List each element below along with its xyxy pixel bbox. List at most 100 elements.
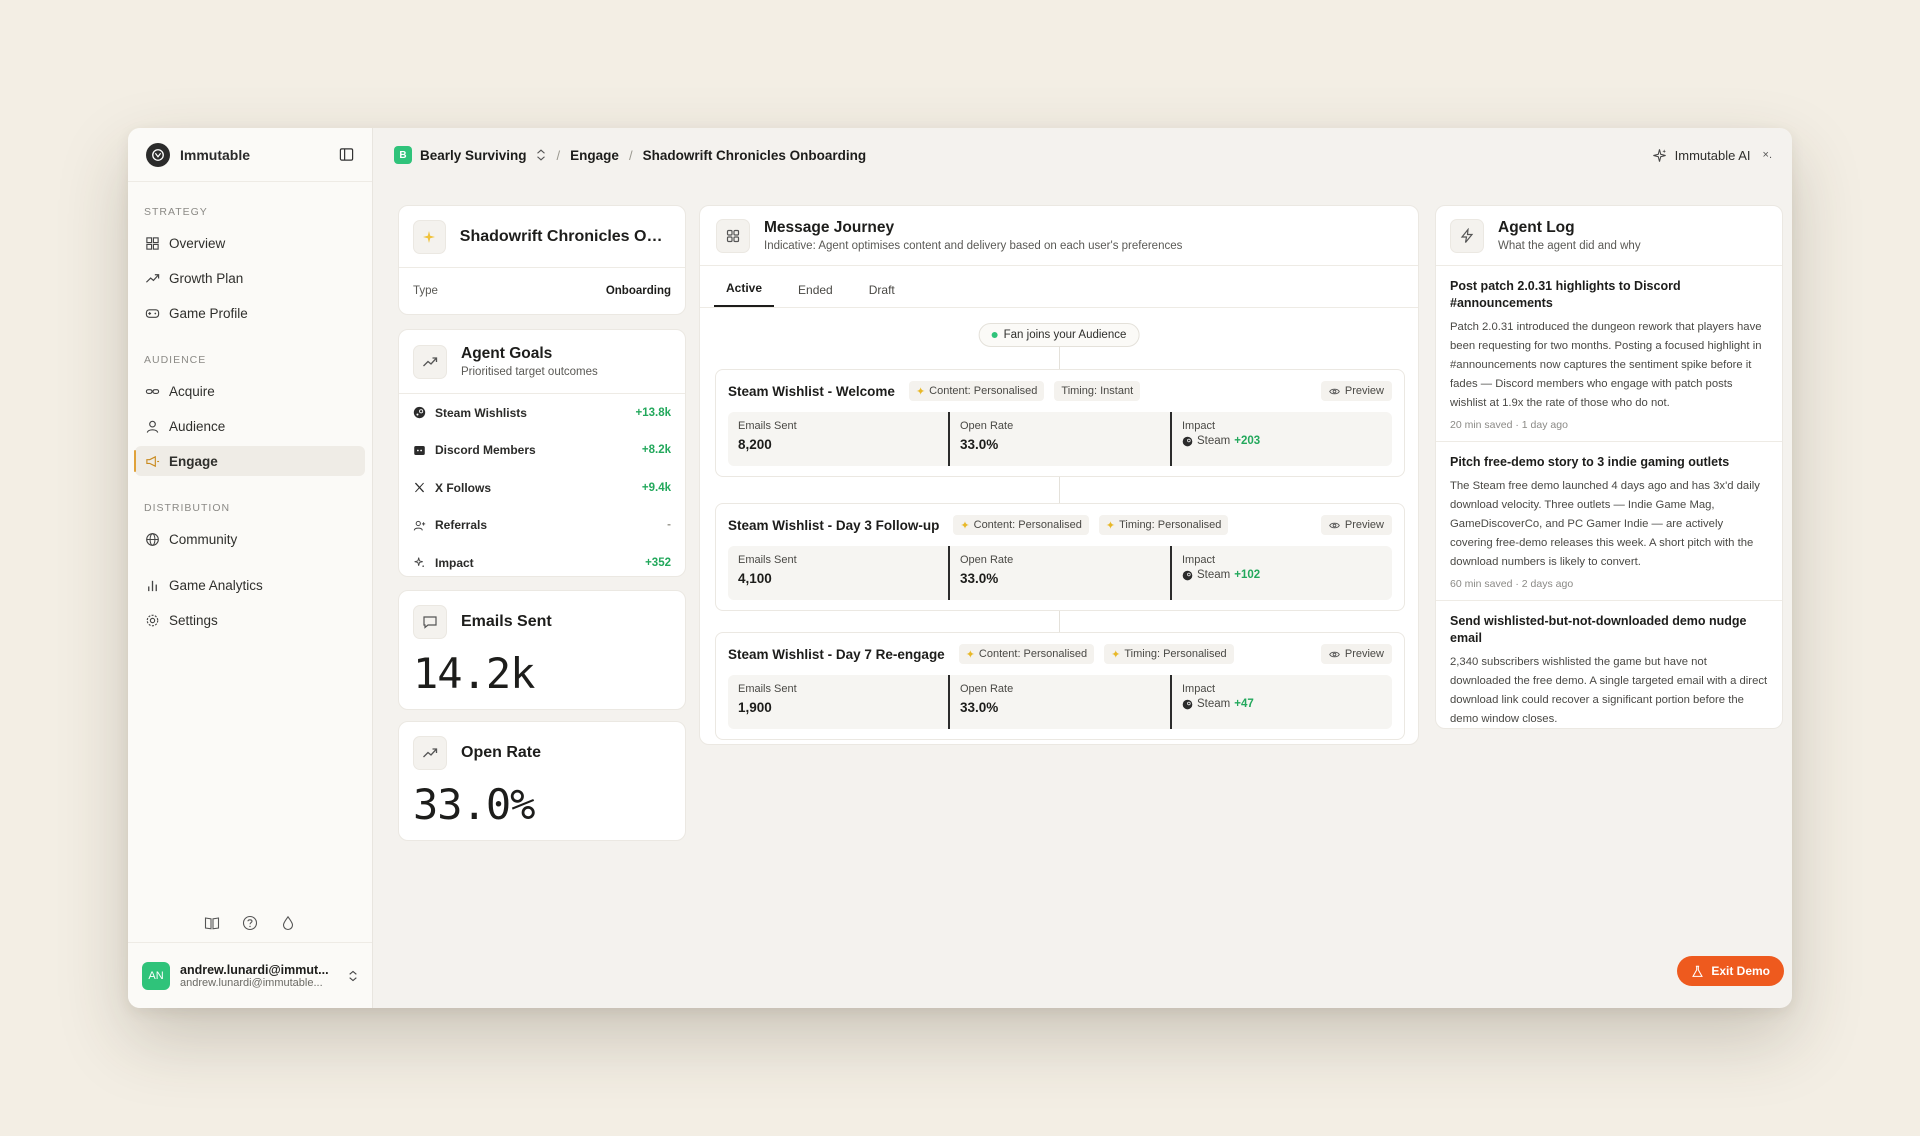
impact-label: Steam [1197,698,1231,710]
sidebar-item-label: Game Analytics [169,577,263,593]
goal-label: Referrals [435,518,488,533]
sidebar-toggle-icon[interactable] [338,147,354,163]
goal-row-x-follows: X Follows +9.4k [399,469,685,507]
user-plus-icon [413,520,426,531]
stat-impact: Impact Steam +102 [1170,546,1392,600]
content-badge-label: Content: Personalised [978,648,1088,660]
goal-value: - [667,519,671,532]
goal-label: X Follows [435,480,492,495]
stat-open-rate: Open Rate 33.0% [948,412,1170,466]
log-entry-body: 2,340 subscribers wishlisted the game bu… [1450,656,1768,725]
agent-log-header: Agent Log What the agent did and why [1436,206,1782,266]
breadcrumb-engage[interactable]: Engage [570,148,619,163]
lightning-icon [1450,218,1484,253]
open-rate-label: Open Rate [461,744,542,761]
stat-impact: Impact Steam +47 [1170,675,1392,729]
emails-sent-label: Emails Sent [461,613,552,630]
tab-ended[interactable]: Ended [786,283,845,307]
trending-up-icon [413,344,447,379]
sidebar-item-audience[interactable]: Audience [135,411,365,441]
exit-demo-label: Exit Demo [1711,964,1770,978]
tab-active[interactable]: Active [714,281,775,307]
stat-label: Impact [1182,683,1216,695]
section-label-audience: AUDIENCE [144,354,207,366]
log-entry-title: Send wishlisted-but-not-downloaded demo … [1450,614,1747,645]
campaign-type-row: Type Onboarding [399,268,685,314]
journey-step: Steam Wishlist - Welcome ✦ Content: Perso… [715,369,1405,477]
sidebar-item-overview[interactable]: Overview [135,228,365,258]
grid-icon [716,218,750,253]
immutable-ai-button[interactable]: Immutable AI [1652,148,1751,163]
droplet-icon[interactable] [279,914,297,932]
sidebar-item-settings[interactable]: Settings [135,605,365,635]
sidebar-item-label: Audience [169,418,226,434]
goal-row-impact: Impact +352 [399,544,685,582]
agent-goals-title: Agent Goals [461,345,553,362]
sidebar-item-label: Overview [169,235,226,251]
exit-demo-button[interactable]: Exit Demo [1677,956,1784,986]
sidebar-item-acquire[interactable]: Acquire [135,376,365,406]
book-icon[interactable] [203,914,221,932]
message-icon [413,605,447,639]
stat-label: Open Rate [960,420,1014,432]
content-badge-label: Content: Personalised [929,385,1038,397]
impact-number: +203 [1234,435,1261,447]
help-icon[interactable] [241,914,259,932]
agent-log-card: Agent Log What the agent did and why Pos… [1435,205,1783,729]
breadcrumb-current-page: Shadowrift Chronicles Onboarding [642,147,867,163]
stat-impact: Impact Steam +203 [1170,412,1392,466]
goal-row-steam-wishlists: Steam Wishlists +13.8k [399,394,685,432]
timing-badge-label: Timing: Personalised [1119,519,1222,531]
sidebar-item-engage[interactable]: Engage [134,446,365,476]
game-selector[interactable]: Bearly Surviving [420,148,527,163]
sidebar-item-label: Settings [169,612,218,628]
preview-button[interactable]: Preview [1320,515,1392,535]
stat-label: Emails Sent [738,554,797,566]
brand-row: Immutable [128,128,372,182]
sidebar-item-game-profile[interactable]: Game Profile [135,298,365,328]
sparkle-icon: ✦ [960,519,970,532]
sidebar-item-label: Game Profile [169,305,248,321]
journey-tabs: Active Ended Draft [700,266,1418,308]
preview-button[interactable]: Preview [1320,381,1392,401]
stat-open-rate: Open Rate 33.0% [948,675,1170,729]
campaign-title: Shadowrift Chronicles Onb... [459,227,671,245]
tab-draft[interactable]: Draft [857,283,907,307]
stat-emails-sent: Emails Sent 8,200 [728,412,948,466]
agent-log-subtitle: What the agent did and why [1498,240,1641,252]
log-entry-body: Patch 2.0.31 introduced the dungeon rewo… [1450,321,1762,409]
preview-button[interactable]: Preview [1320,644,1392,664]
emails-sent-card: Emails Sent 14.2k [398,590,686,710]
journey-step-stats: Emails Sent 8,200 Open Rate 33.0% Impact… [728,412,1392,466]
stat-label: Emails Sent [738,683,797,695]
message-journey-header: Message Journey Indicative: Agent optimi… [700,206,1418,266]
close-icon[interactable]: ×. [1763,149,1772,161]
log-entry-body: The Steam free demo launched 4 days ago … [1450,480,1760,568]
main-area: B Bearly Surviving / Engage / Shadowrift… [373,128,1792,1008]
chevron-up-down-icon[interactable] [535,148,547,162]
immutable-logo-icon [146,142,170,167]
flask-icon [1692,965,1704,977]
sparkle-icon: ✦ [915,385,926,398]
sparkle-icon: ✦ [965,648,975,661]
app-window: Immutable STRATEGY Overview Growth Plan … [128,128,1792,1008]
stat-emails-sent: Emails Sent 1,900 [728,675,948,729]
stat-value: 1,900 [738,700,772,715]
goal-value: +352 [645,556,671,569]
agent-goals-subtitle: Prioritised target outcomes [461,366,598,378]
user-menu[interactable]: AN andrew.lunardi@immut... andrew.lunard… [128,942,372,1008]
eye-icon [1329,522,1340,528]
log-entry[interactable]: Post patch 2.0.31 highlights to Discord … [1436,266,1782,442]
goal-row-referrals: Referrals - [399,507,685,545]
discord-icon [414,445,425,455]
impact-number: +102 [1234,569,1261,581]
sidebar-item-community[interactable]: Community [135,524,365,554]
log-entry[interactable]: Pitch free-demo story to 3 indie gaming … [1436,442,1782,601]
timing-badge-label: Timing: Instant [1061,385,1134,397]
sidebar-item-game-analytics[interactable]: Game Analytics [135,570,365,600]
sidebar-item-label: Growth Plan [169,270,244,286]
stat-value: 33.0% [960,700,999,715]
chevron-up-down-icon [349,970,357,981]
sidebar-item-growth-plan[interactable]: Growth Plan [135,263,365,293]
log-entry[interactable]: Send wishlisted-but-not-downloaded demo … [1436,601,1782,728]
